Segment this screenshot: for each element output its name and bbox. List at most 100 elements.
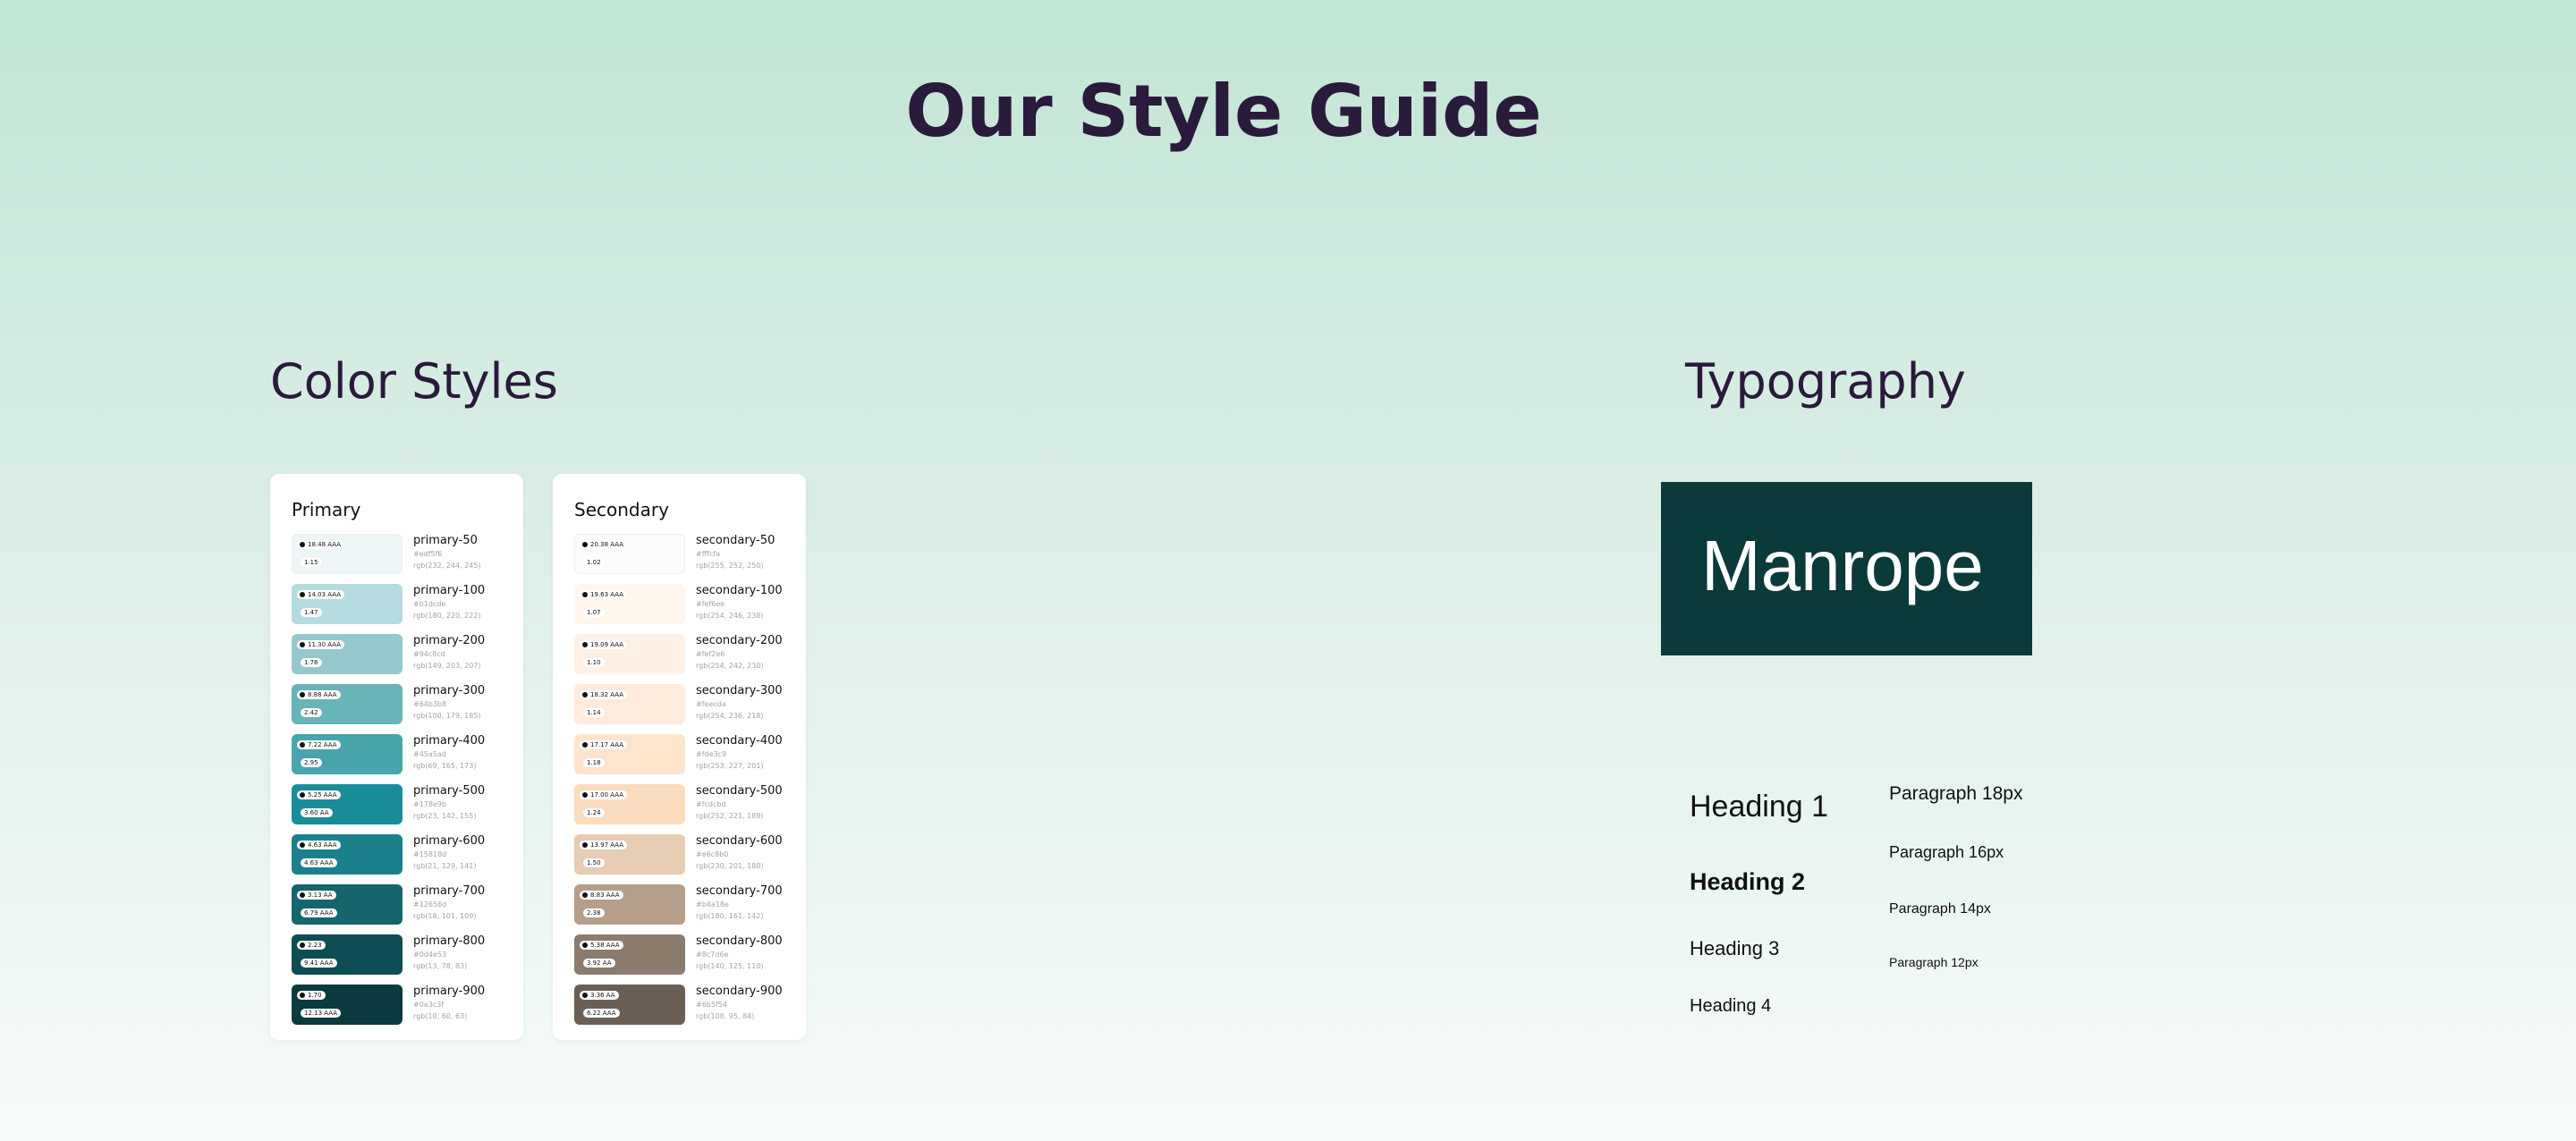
contrast-badge-dark: 18.32 AAA bbox=[580, 690, 628, 699]
primary-swatch-row: 18.48 AAA 1.15 primary-50 #edf5f6 rgb(232, 2… bbox=[292, 534, 511, 575]
contrast-badge-dark: 8.88 AAA bbox=[297, 690, 341, 699]
primary-palette-card: Primary 18.48 AAA 1.15 primary-50 #edf5f6 rg… bbox=[270, 474, 523, 1040]
contrast-badge-dark: 13.97 AAA bbox=[580, 841, 628, 849]
paragraph-16-sample: Paragraph 16px bbox=[1889, 843, 2004, 861]
contrast-badge-dark: 2.23 bbox=[297, 941, 326, 950]
swatch-rgb: rgb(254, 242, 230) bbox=[696, 662, 764, 670]
swatch-rgb: rgb(255, 252, 250) bbox=[696, 562, 764, 570]
secondary-card-title: Secondary bbox=[574, 499, 669, 520]
contrast-badge-dark: 11.30 AAA bbox=[297, 640, 345, 649]
swatch-hex: #b1dcde bbox=[413, 600, 446, 608]
swatch-hex: #fef6ee bbox=[696, 600, 725, 608]
swatch-hex: #15818d bbox=[413, 850, 447, 858]
contrast-badge-light: 3.60 AA bbox=[301, 808, 333, 817]
swatch-hex: #12656d bbox=[413, 900, 447, 909]
swatch-name: secondary-800 bbox=[696, 934, 783, 948]
contrast-badge-light: 1.50 bbox=[583, 858, 605, 867]
swatch-hex: #e6c8b0 bbox=[696, 850, 729, 858]
secondary-swatch-row: 17.17 AAA 1.18 secondary-400 #fde3c9 rgb(253… bbox=[574, 734, 793, 775]
contrast-badge-light: 1.02 bbox=[583, 558, 605, 567]
color-chip: 3.13 AA 6.79 AAA bbox=[292, 884, 402, 925]
color-chip: 8.83 AAA 2.38 bbox=[574, 884, 685, 925]
swatch-name: primary-700 bbox=[413, 884, 486, 898]
primary-swatch-row: 4.63 AAA 4.63 AAA primary-600 #15818d rgb(21… bbox=[292, 834, 511, 875]
contrast-badge-light: 1.47 bbox=[301, 608, 322, 617]
swatch-name: primary-300 bbox=[413, 684, 486, 697]
heading-2-sample: Heading 2 bbox=[1690, 868, 1806, 895]
swatch-name: primary-50 bbox=[413, 534, 478, 547]
heading-1-sample: Heading 1 bbox=[1690, 790, 1829, 824]
contrast-badge-light: 1.76 bbox=[301, 658, 322, 667]
font-name: Manrope bbox=[1701, 526, 1984, 605]
swatch-rgb: rgb(10, 60, 63) bbox=[413, 1012, 468, 1020]
swatch-rgb: rgb(253, 227, 201) bbox=[696, 762, 764, 770]
swatch-hex: #94c8cd bbox=[413, 650, 445, 658]
font-preview-box: Manrope bbox=[1661, 482, 2032, 655]
contrast-badge-dark: 19.09 AAA bbox=[580, 640, 628, 649]
primary-swatch-row: 5.25 AAA 3.60 AA primary-500 #178e9b rgb(23,… bbox=[292, 784, 511, 825]
contrast-badge-dark: 1.70 bbox=[297, 991, 326, 1000]
contrast-badge-light: 3.92 AA bbox=[583, 959, 615, 968]
swatch-hex: #edf5f6 bbox=[413, 550, 443, 558]
swatch-rgb: rgb(254, 236, 218) bbox=[696, 712, 764, 720]
color-chip: 4.63 AAA 4.63 AAA bbox=[292, 834, 402, 875]
heading-3-sample: Heading 3 bbox=[1690, 937, 1780, 959]
swatch-rgb: rgb(21, 129, 141) bbox=[413, 862, 477, 870]
secondary-swatch-row: 18.32 AAA 1.14 secondary-300 #feecda rgb(254… bbox=[574, 684, 793, 725]
swatch-rgb: rgb(149, 203, 207) bbox=[413, 662, 481, 670]
contrast-badge-dark: 4.63 AAA bbox=[297, 841, 341, 849]
color-chip: 18.48 AAA 1.15 bbox=[292, 534, 402, 574]
contrast-badge-dark: 14.03 AAA bbox=[297, 590, 345, 599]
swatch-name: secondary-500 bbox=[696, 784, 783, 798]
swatch-name: secondary-600 bbox=[696, 834, 783, 848]
contrast-badge-dark: 5.38 AAA bbox=[580, 941, 623, 950]
swatch-name: secondary-200 bbox=[696, 634, 783, 647]
swatch-hex: #0a3c3f bbox=[413, 1001, 445, 1009]
swatch-hex: #6b5f54 bbox=[696, 1001, 727, 1009]
swatch-rgb: rgb(232, 244, 245) bbox=[413, 562, 481, 570]
swatch-name: secondary-50 bbox=[696, 534, 775, 547]
color-chip: 17.17 AAA 1.18 bbox=[574, 734, 685, 774]
contrast-badge-dark: 18.48 AAA bbox=[297, 540, 345, 549]
page-title: Our Style Guide bbox=[905, 70, 1542, 153]
swatch-hex: #b4a18e bbox=[696, 900, 729, 909]
contrast-badge-light: 6.79 AAA bbox=[301, 909, 337, 917]
swatch-name: primary-600 bbox=[413, 834, 486, 848]
swatch-name: primary-400 bbox=[413, 734, 486, 748]
secondary-swatch-row: 19.09 AAA 1.10 secondary-200 #fef2e6 rgb(254… bbox=[574, 634, 793, 675]
contrast-badge-dark: 20.38 AAA bbox=[580, 540, 628, 549]
swatch-name: secondary-700 bbox=[696, 884, 783, 898]
color-chip: 14.03 AAA 1.47 bbox=[292, 584, 402, 624]
swatch-rgb: rgb(13, 78, 83) bbox=[413, 962, 468, 970]
swatch-name: primary-200 bbox=[413, 634, 486, 647]
primary-swatch-row: 3.13 AA 6.79 AAA primary-700 #12656d rgb(18,… bbox=[292, 884, 511, 925]
swatch-name: secondary-400 bbox=[696, 734, 783, 748]
swatch-rgb: rgb(180, 161, 142) bbox=[696, 912, 764, 920]
secondary-swatch-row: 3.36 AA 6.22 AAA secondary-900 #6b5f54 rgb(1… bbox=[574, 985, 793, 1026]
color-chip: 13.97 AAA 1.50 bbox=[574, 834, 685, 875]
color-chip: 1.70 12.13 AAA bbox=[292, 985, 402, 1025]
contrast-badge-light: 12.13 AAA bbox=[301, 1009, 342, 1018]
color-chip: 8.88 AAA 2.42 bbox=[292, 684, 402, 724]
swatch-hex: #0d4e53 bbox=[413, 951, 447, 959]
swatch-rgb: rgb(140, 125, 110) bbox=[696, 962, 764, 970]
swatch-rgb: rgb(100, 179, 185) bbox=[413, 712, 481, 720]
color-chip: 2.23 9.41 AAA bbox=[292, 934, 402, 975]
swatch-name: secondary-900 bbox=[696, 985, 783, 998]
color-chip: 18.32 AAA 1.14 bbox=[574, 684, 685, 724]
color-chip: 5.38 AAA 3.92 AA bbox=[574, 934, 685, 975]
swatch-rgb: rgb(18, 101, 109) bbox=[413, 912, 477, 920]
contrast-badge-dark: 7.22 AAA bbox=[297, 740, 341, 749]
secondary-swatch-row: 5.38 AAA 3.92 AA secondary-800 #8c7d6e rgb(1… bbox=[574, 934, 793, 976]
swatch-name: primary-500 bbox=[413, 784, 486, 798]
primary-swatch-row: 14.03 AAA 1.47 primary-100 #b1dcde rgb(180, … bbox=[292, 584, 511, 625]
swatch-rgb: rgb(108, 95, 84) bbox=[696, 1012, 755, 1020]
contrast-badge-light: 1.07 bbox=[583, 608, 605, 617]
swatch-rgb: rgb(180, 220, 222) bbox=[413, 612, 481, 620]
swatch-rgb: rgb(230, 201, 180) bbox=[696, 862, 764, 870]
contrast-badge-light: 4.63 AAA bbox=[301, 858, 337, 867]
color-chip: 3.36 AA 6.22 AAA bbox=[574, 985, 685, 1025]
contrast-badge-light: 2.38 bbox=[583, 909, 605, 917]
color-chip: 11.30 AAA 1.76 bbox=[292, 634, 402, 674]
contrast-badge-light: 1.10 bbox=[583, 658, 605, 667]
